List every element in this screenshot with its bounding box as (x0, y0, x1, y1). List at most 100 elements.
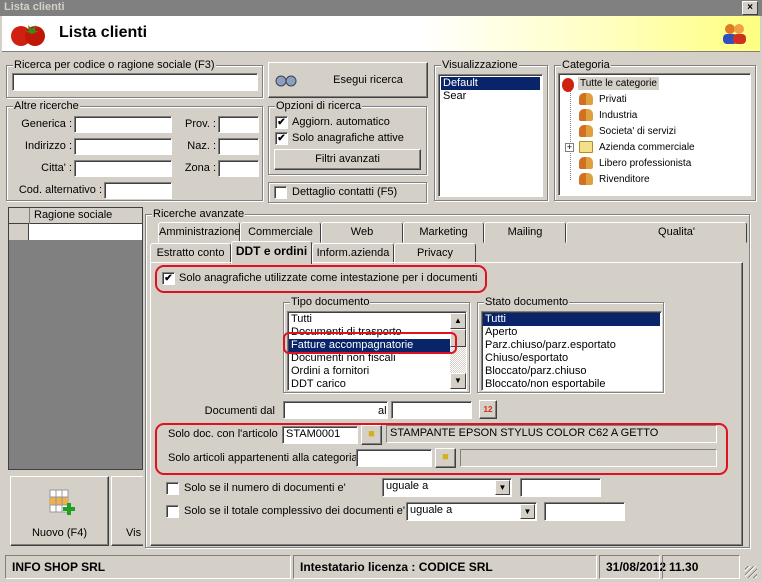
highlight-box (283, 332, 457, 354)
category-code-input[interactable] (356, 449, 432, 467)
tab-ddt-ordini[interactable]: DDT e ordini (231, 241, 312, 264)
tab-marketing[interactable]: Marketing (403, 222, 484, 243)
list-item[interactable]: Tutti (289, 313, 465, 326)
tab-amministrazione[interactable]: Amministrazione (158, 222, 240, 243)
citta-input[interactable] (74, 160, 172, 177)
doc-state-label: Stato documento (484, 296, 570, 308)
total-checkbox[interactable] (166, 505, 179, 518)
date-to-label: al (378, 405, 387, 417)
people-icon (579, 93, 593, 106)
category-folder-icon[interactable]: ■ (435, 448, 456, 468)
calendar-icon[interactable]: 12 (479, 400, 497, 419)
auto-update-checkbox[interactable]: ✔ (275, 116, 288, 129)
strawberry-icon (562, 78, 574, 92)
list-item[interactable]: Bloccato/non esportabile (483, 378, 660, 390)
article-folder-icon[interactable]: ■ (361, 425, 382, 445)
close-button[interactable]: × (742, 1, 758, 15)
auto-update-label: Aggiorn. automatico (292, 116, 390, 128)
people-icon (579, 109, 593, 122)
active-only-checkbox[interactable]: ✔ (275, 132, 288, 145)
window-title: Lista clienti (4, 1, 65, 13)
view-list[interactable]: Default Sear (438, 74, 543, 197)
total-value-input[interactable] (544, 502, 625, 521)
generica-input[interactable] (74, 116, 172, 133)
only-header-label: Solo anagrafiche utilizzate come intesta… (179, 272, 478, 284)
status-time: 11.30 (662, 555, 740, 579)
count-label: Solo se il numero di documenti e' (184, 482, 346, 494)
new-button[interactable]: Nuovo (F4) (10, 476, 109, 546)
naz-input[interactable] (218, 138, 259, 155)
total-operator-select[interactable]: uguale a ▼ (406, 502, 537, 521)
contacts-detail-checkbox[interactable] (274, 186, 287, 199)
prov-label: Prov. : (185, 118, 216, 130)
list-item[interactable]: Parz.chiuso/parz.esportato (483, 339, 660, 352)
people-icon (579, 125, 593, 138)
category-root[interactable]: Tutte le categorie (578, 77, 659, 90)
list-item[interactable]: Bloccato/parz.chiuso (483, 365, 660, 378)
new-label: Nuovo (F4) (31, 527, 88, 539)
category-item[interactable]: Industria (579, 109, 637, 122)
total-label: Solo se il totale complessivo dei docume… (184, 505, 405, 517)
date-from-input[interactable] (283, 401, 388, 419)
folder-icon (579, 141, 593, 154)
zona-input[interactable] (218, 160, 259, 177)
people-icon (579, 157, 593, 170)
list-item[interactable]: Aperto (483, 326, 660, 339)
naz-label: Naz. : (187, 140, 216, 152)
search-options-label: Opzioni di ricerca (275, 100, 362, 112)
category-item[interactable]: Societa' di servizi (579, 125, 676, 138)
tab-estratto-conto[interactable]: Estratto conto (150, 243, 231, 264)
tab-privacy[interactable]: Privacy (394, 243, 476, 264)
count-operator-select[interactable]: uguale a ▼ (382, 478, 512, 497)
expand-icon[interactable]: + (565, 143, 574, 152)
row-indicator (9, 224, 29, 240)
execute-search-button[interactable]: Esegui ricerca (268, 62, 428, 98)
category-item[interactable]: Libero professionista (579, 157, 691, 170)
tab-inform-azienda[interactable]: Inform.azienda (312, 243, 394, 264)
tab-mailing[interactable]: Mailing (484, 222, 566, 243)
list-item[interactable]: Chiuso/esportato (483, 352, 660, 365)
header: Lista clienti (2, 16, 760, 52)
scroll-down-icon[interactable]: ▼ (450, 373, 466, 389)
prov-input[interactable] (218, 116, 259, 133)
indirizzo-label: Indirizzo : (24, 140, 72, 152)
tab-commerciale[interactable]: Commerciale (240, 222, 321, 243)
count-checkbox[interactable] (166, 482, 179, 495)
view-label: Visualizzazione (441, 59, 519, 71)
table-row[interactable] (29, 224, 142, 240)
doc-type-label: Tipo documento (290, 296, 371, 308)
client-grid[interactable]: Ragione sociale (8, 207, 143, 470)
article-code-input[interactable]: STAM0001 (282, 426, 358, 444)
advanced-label: Ricerche avanzate (152, 208, 246, 220)
doc-state-list[interactable]: Tutti Aperto Parz.chiuso/parz.esportato … (481, 311, 662, 391)
cod-alt-input[interactable] (104, 182, 172, 199)
view-item-default[interactable]: Default (441, 77, 540, 90)
active-only-label: Solo anagrafiche attive (292, 132, 404, 144)
chevron-down-icon[interactable]: ▼ (495, 480, 510, 495)
list-item[interactable]: Tutti (483, 313, 660, 326)
column-ragione-sociale[interactable]: Ragione sociale (29, 208, 112, 224)
indirizzo-input[interactable] (74, 138, 172, 155)
other-searches-label: Altre ricerche (13, 100, 80, 112)
title-bar: Lista clienti (0, 0, 762, 16)
chevron-down-icon[interactable]: ▼ (520, 504, 535, 519)
resize-grip[interactable] (745, 566, 757, 578)
tab-qualita[interactable]: Qualita' (566, 222, 747, 243)
category-item[interactable]: Privati (579, 93, 627, 106)
category-item[interactable]: Azienda commerciale (579, 141, 695, 154)
category-item[interactable]: Rivenditore (579, 173, 650, 186)
list-item[interactable]: DDT carico (289, 378, 465, 390)
category-tree[interactable]: Tutte le categorie Privati Industria Soc… (558, 73, 751, 196)
count-value-input[interactable] (520, 478, 601, 497)
list-item[interactable]: Ordini a fornitori (289, 365, 465, 378)
search-input[interactable] (12, 73, 258, 91)
view-item-sear[interactable]: Sear (441, 90, 540, 103)
scroll-up-icon[interactable]: ▲ (450, 313, 466, 329)
status-date: 31/08/2012 (599, 555, 666, 579)
only-header-checkbox[interactable]: ✔ (162, 272, 175, 285)
date-to-input[interactable] (391, 401, 472, 419)
generica-label: Generica : (21, 118, 72, 130)
new-record-icon (49, 489, 75, 515)
tab-web[interactable]: Web (321, 222, 403, 243)
advanced-filters-button[interactable]: Filtri avanzati (274, 149, 421, 170)
